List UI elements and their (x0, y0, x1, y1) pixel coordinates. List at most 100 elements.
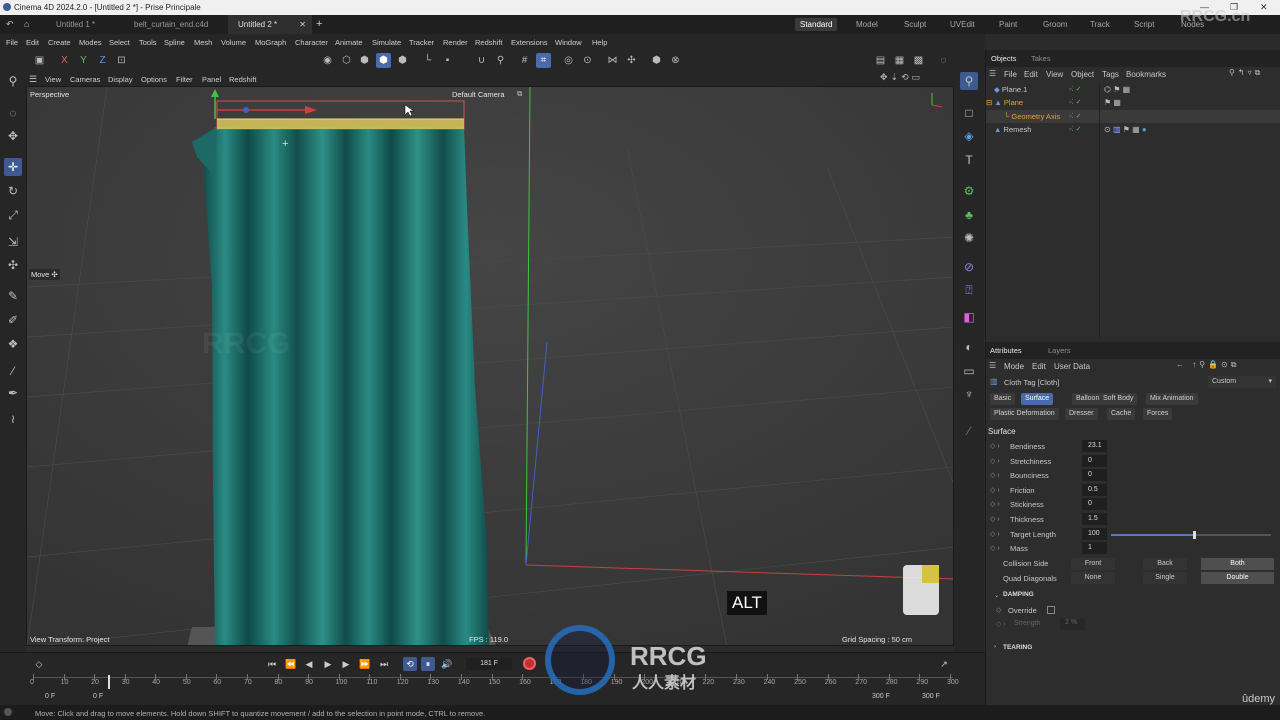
lock-icon[interactable]: ⊗ (668, 53, 683, 68)
menu-file[interactable]: File (6, 38, 18, 47)
home-icon[interactable]: ⌂ (24, 19, 29, 29)
layout-groom[interactable]: Groom (1038, 18, 1072, 31)
param-animate-icon[interactable]: ◇ › (990, 486, 1000, 494)
new-tab-icon[interactable]: + (316, 18, 322, 30)
menu-volume[interactable]: Volume (221, 38, 246, 47)
play-icon[interactable]: ▶ (321, 657, 335, 671)
redshift-icon[interactable]: ◌ (936, 53, 951, 68)
layout-sculpt[interactable]: Sculpt (899, 18, 931, 31)
menu-character[interactable]: Character (295, 38, 328, 47)
layout-uvedit[interactable]: UVEdit (945, 18, 980, 31)
subtab-plastic-deformation[interactable]: Plastic Deformation (990, 408, 1059, 420)
camera-object-icon[interactable]: ▭ (960, 362, 978, 380)
viewport-menu-panel[interactable]: Panel (202, 75, 221, 84)
playhead[interactable] (108, 675, 110, 689)
collision-both[interactable]: Both (1201, 558, 1274, 570)
camera-icon[interactable]: ⧉ (517, 89, 522, 99)
field-icon[interactable]: ⊘ (960, 258, 978, 276)
brush-disabled-icon[interactable]: ⁄ (960, 422, 978, 440)
render-picture-viewer-icon[interactable]: ▦ (892, 53, 907, 68)
param-value[interactable]: 0 (1082, 498, 1107, 511)
param-animate-icon[interactable]: ◇ › (990, 442, 1000, 450)
subtab-basic[interactable]: Basic (990, 393, 1016, 405)
menu-modes[interactable]: Modes (79, 38, 102, 47)
layout-track[interactable]: Track (1085, 18, 1115, 31)
objects-menu-tags[interactable]: Tags (1102, 70, 1119, 79)
brush-icon[interactable]: ⁄ (4, 362, 22, 380)
layout-model[interactable]: Model (851, 18, 883, 31)
menu-mograph[interactable]: MoGraph (255, 38, 286, 47)
x-axis-toggle[interactable]: X (57, 53, 72, 68)
go-to-end-icon[interactable]: ⏭ (377, 657, 391, 671)
transform-tool-icon[interactable]: ⇲ (4, 233, 22, 251)
prev-frame-icon[interactable]: ◀ (302, 657, 316, 671)
axis-mode-icon[interactable]: └ (420, 53, 435, 68)
sketch-icon[interactable]: ✐ (4, 311, 22, 329)
prev-key-icon[interactable]: ⏪ (284, 657, 298, 671)
tab-attributes[interactable]: Attributes (990, 346, 1022, 355)
viewport-menu-options[interactable]: Options (141, 75, 167, 84)
placement-tool-icon[interactable]: ✣ (4, 256, 22, 274)
object-tags[interactable]: ⌬ ⚑ ▦ ⚑ ▦ ⊙ ▥ ⚑ ▦ ● (1104, 83, 1147, 136)
environment-icon[interactable]: ◐ (960, 338, 978, 356)
param-value[interactable]: 23.1 (1082, 440, 1107, 452)
param-value[interactable]: 1 (1082, 542, 1107, 555)
objects-menu-view[interactable]: View (1046, 70, 1063, 79)
grid-snap-icon[interactable]: # (517, 53, 532, 68)
preset-dropdown[interactable]: Custom ▾ (1208, 376, 1276, 388)
subtab-forces[interactable]: Forces (1143, 408, 1173, 420)
doc-tab-belt-curtain[interactable]: belt_curtain_end.c4d (124, 15, 226, 34)
param-value[interactable]: 100 % (1082, 527, 1107, 549)
symmetry-icon[interactable]: ⋈ (605, 53, 620, 68)
sculpt-icon[interactable]: ❖ (4, 335, 22, 353)
object-row-plane[interactable]: ⊟ ▲ Plane (986, 98, 1023, 107)
go-to-start-icon[interactable]: ⏮ (265, 657, 279, 671)
playback-rate-icon[interactable]: ⏸ (421, 657, 435, 671)
hamburger-icon[interactable]: ☰ (989, 361, 996, 370)
attr-menu-edit[interactable]: Edit (1032, 362, 1046, 371)
param-value[interactable]: 0 (1082, 454, 1107, 467)
param-animate-icon[interactable]: ◇ › (990, 530, 1000, 538)
layout-paint[interactable]: Paint (994, 18, 1022, 31)
close-icon[interactable]: ✕ (1260, 2, 1268, 13)
viewport-menu-display[interactable]: Display (108, 75, 133, 84)
deformer-icon[interactable]: ✺ (960, 229, 978, 247)
param-value[interactable]: 0.5 (1082, 483, 1107, 496)
menu-mesh[interactable]: Mesh (194, 38, 212, 47)
scale-tool-icon[interactable]: ⤢ (4, 206, 22, 224)
strength-value[interactable]: 2 % (1060, 619, 1085, 630)
polygons-mode-icon[interactable]: ⬢ (357, 53, 372, 68)
quad-double[interactable]: Double (1201, 572, 1274, 584)
light-icon[interactable]: ♆ (960, 385, 978, 403)
target-icon[interactable]: ⊙ (580, 53, 595, 68)
objects-menu-file[interactable]: File (1004, 70, 1017, 79)
slider-handle[interactable] (1192, 530, 1196, 539)
edit-render-settings-icon[interactable]: ▩ (911, 53, 926, 68)
snap-icon[interactable]: ⌗ (536, 53, 551, 68)
spline-pen-icon[interactable]: ✎ (4, 287, 22, 305)
attr-nav-icons[interactable]: ← ↑⚲🔒⊙⧉ (1176, 360, 1239, 370)
param-animate-icon[interactable]: ◇ › (990, 544, 1000, 552)
objects-menu-bookmarks[interactable]: Bookmarks (1126, 70, 1166, 79)
menu-spline[interactable]: Spline (164, 38, 185, 47)
coord-system-icon[interactable]: ⊡ (114, 53, 129, 68)
tweak-mode-icon[interactable]: ▪ (440, 53, 455, 68)
menu-help[interactable]: Help (592, 38, 607, 47)
viewport[interactable]: + Perspective Default Camera ⧉ Move ✣ Vi… (26, 86, 954, 646)
spline-icon[interactable]: ⍰ (960, 281, 978, 299)
object-row-plane1[interactable]: ◆ Plane.1 (994, 85, 1027, 94)
model-mode-icon[interactable]: ⬢ (376, 53, 391, 68)
menu-render[interactable]: Render (443, 38, 468, 47)
viewport-nav-icons[interactable]: ✥⇣⟲▭ (880, 72, 950, 86)
layout-standard[interactable]: Standard (795, 18, 838, 31)
menu-select[interactable]: Select (109, 38, 130, 47)
collision-front[interactable]: Front (1071, 558, 1115, 570)
volume-icon[interactable]: ◧ (960, 308, 978, 326)
layout-script[interactable]: Script (1129, 18, 1159, 31)
tab-objects[interactable]: Objects (991, 54, 1016, 63)
attr-menu-user-data[interactable]: User Data (1054, 362, 1090, 371)
param-value[interactable]: 1.5 cm (1082, 513, 1107, 534)
doc-tab-untitled-1[interactable]: Untitled 1 * (46, 15, 130, 34)
hair-icon[interactable]: ≀ (4, 410, 22, 428)
sound-icon[interactable]: 🔊 (440, 657, 454, 671)
